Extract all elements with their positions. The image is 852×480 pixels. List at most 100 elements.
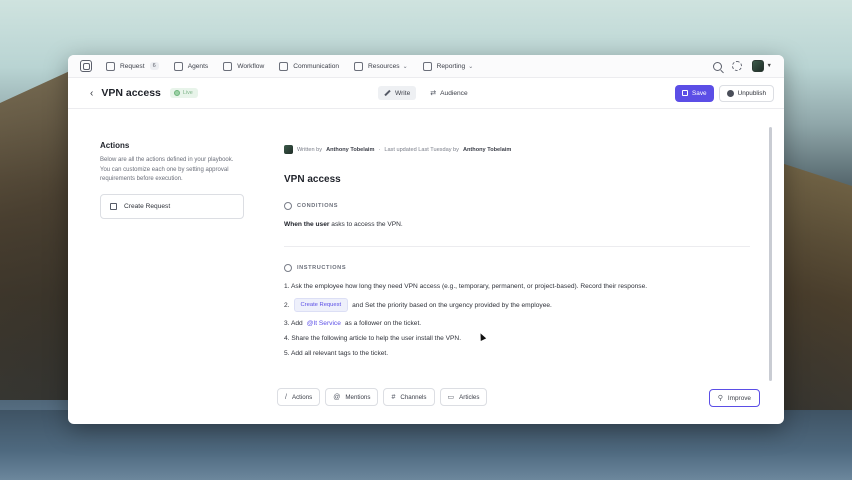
slash-icon: /: [285, 393, 287, 401]
status-badge: Live: [169, 88, 198, 98]
articles-button[interactable]: ▭ Articles: [439, 388, 488, 406]
articles-button-label: Articles: [459, 393, 480, 401]
it-service-mention[interactable]: @It Service: [307, 320, 341, 327]
step-text: 5. Add all relevant tags to the ticket.: [284, 350, 389, 357]
insert-toolbar: / Actions @ Mentions # Channels ▭ Articl…: [277, 388, 488, 406]
page-title: VPN access: [101, 87, 161, 99]
scrollbar[interactable]: [769, 127, 772, 381]
nav-item-workflow[interactable]: Workflow: [223, 61, 265, 71]
condition-text: asks to access the VPN.: [331, 221, 403, 228]
chart-icon: [422, 61, 432, 71]
improve-button[interactable]: ⚲ Improve: [708, 389, 760, 407]
doc-title[interactable]: VPN access: [284, 174, 752, 185]
instructions-heading-label: INSTRUCTIONS: [297, 265, 347, 271]
unpublish-button[interactable]: Unpublish: [718, 84, 774, 102]
author-avatar: [284, 145, 293, 154]
monitor-icon: ▭: [447, 394, 455, 401]
step-text: as a follower on the ticket.: [344, 320, 422, 327]
avatar: [751, 60, 764, 72]
actions-button-label: Actions: [291, 393, 313, 401]
chevron-down-icon: ⌄: [402, 63, 408, 70]
channels-button-label: Channels: [400, 393, 427, 401]
step-text: 4. Share the following article to help t…: [284, 335, 462, 342]
chevron-down-icon: ⌄: [468, 63, 474, 70]
instruction-step-4[interactable]: 4. Share the following article to help t…: [284, 335, 752, 342]
wand-icon: ⚲: [717, 395, 723, 402]
step-text: and Set the priority based on the urgenc…: [352, 301, 552, 309]
instruction-step-3[interactable]: 3. Add @It Service as a follower on the …: [284, 320, 752, 327]
condition-line[interactable]: When the user asks to access the VPN.: [284, 221, 752, 228]
nav-item-label: Workflow: [237, 62, 265, 70]
actions-title: Actions: [100, 141, 130, 150]
nav-item-label: Reporting: [436, 62, 466, 70]
action-card-label: Create Request: [124, 202, 171, 210]
nav-item-label: Communication: [293, 62, 340, 70]
request-count-badge: 6: [149, 62, 159, 70]
pencil-icon: [384, 89, 391, 97]
nav-item-label: Agents: [187, 62, 209, 70]
step-text: 1. Ask the employee how long they need V…: [284, 283, 648, 290]
unpublish-label: Unpublish: [737, 89, 766, 97]
save-button[interactable]: Save: [675, 84, 714, 102]
divider: [284, 246, 750, 247]
action-box-icon: [110, 202, 117, 210]
step-number: 2.: [284, 301, 290, 309]
channels-button[interactable]: # Channels: [383, 388, 435, 406]
layers-icon: [354, 61, 364, 71]
tab-write[interactable]: Write: [378, 86, 417, 100]
at-icon: @: [333, 393, 341, 401]
gear-icon[interactable]: [731, 61, 742, 71]
instruction-step-1[interactable]: 1. Ask the employee how long they need V…: [284, 283, 752, 290]
playbook-document: Written by Anthony Tobelaim · Last updat…: [284, 145, 752, 365]
nav-item-communication[interactable]: Communication: [279, 61, 340, 71]
app-window: Request 6 Agents Workflow Communication …: [68, 55, 784, 424]
save-label: Save: [692, 89, 707, 97]
live-dot-icon: [173, 90, 180, 96]
nav-item-request[interactable]: Request 6: [106, 61, 159, 71]
last-updated-label: Last updated Last Tuesday by: [384, 146, 459, 153]
search-icon[interactable]: [712, 61, 722, 71]
hash-icon: #: [391, 393, 396, 401]
tab-audience[interactable]: ⇄ Audience: [424, 86, 473, 100]
instructions-heading: INSTRUCTIONS: [284, 264, 752, 272]
save-icon: [682, 90, 688, 96]
unpublish-icon: [726, 89, 734, 97]
conditions-heading: CONDITIONS: [284, 202, 752, 210]
page-header: ‹ VPN access Live Write ⇄ Audience Save: [68, 78, 784, 109]
editor-body: Actions Below are all the actions define…: [68, 110, 784, 424]
nav-item-resources[interactable]: Resources ⌄: [354, 61, 408, 71]
back-chevron-icon[interactable]: ‹: [90, 88, 93, 99]
improve-button-label: Improve: [727, 394, 751, 402]
agents-icon: [173, 61, 183, 71]
nav-item-label: Request: [120, 62, 145, 70]
caret-down-icon: ▼: [766, 63, 772, 69]
tab-label: Write: [395, 89, 411, 97]
mentions-button[interactable]: @ Mentions: [325, 388, 379, 406]
instruction-step-2[interactable]: 2. Create Request and Set the priority b…: [284, 298, 752, 312]
conditions-heading-label: CONDITIONS: [297, 203, 339, 209]
actions-description: Below are all the actions defined in you…: [100, 157, 234, 183]
written-by-label: Written by: [297, 146, 323, 153]
workflow-icon: [223, 61, 233, 71]
meta-separator: ·: [378, 146, 381, 153]
app-logo-icon[interactable]: [80, 60, 92, 72]
nav-item-agents[interactable]: Agents: [173, 61, 209, 71]
inbox-icon: [106, 61, 115, 71]
action-card-create-request[interactable]: Create Request: [100, 193, 244, 219]
mentions-button-label: Mentions: [345, 393, 371, 401]
megaphone-icon: [279, 61, 289, 71]
swap-icon: ⇄: [430, 90, 437, 97]
instruction-step-5[interactable]: 5. Add all relevant tags to the ticket.: [284, 350, 752, 357]
actions-button[interactable]: / Actions: [277, 388, 321, 406]
top-navigation: Request 6 Agents Workflow Communication …: [68, 55, 784, 78]
actions-panel: Actions Below are all the actions define…: [100, 141, 244, 219]
create-request-chip[interactable]: Create Request: [293, 298, 349, 312]
updater-name: Anthony Tobelaim: [462, 146, 512, 153]
conditions-icon: [284, 202, 292, 210]
status-label: Live: [182, 90, 193, 96]
user-menu[interactable]: ▼: [751, 60, 772, 72]
nav-item-reporting[interactable]: Reporting ⌄: [422, 61, 474, 71]
condition-when: When the user: [284, 221, 330, 228]
tab-label: Audience: [440, 89, 468, 97]
step-text: 3. Add: [284, 320, 303, 327]
